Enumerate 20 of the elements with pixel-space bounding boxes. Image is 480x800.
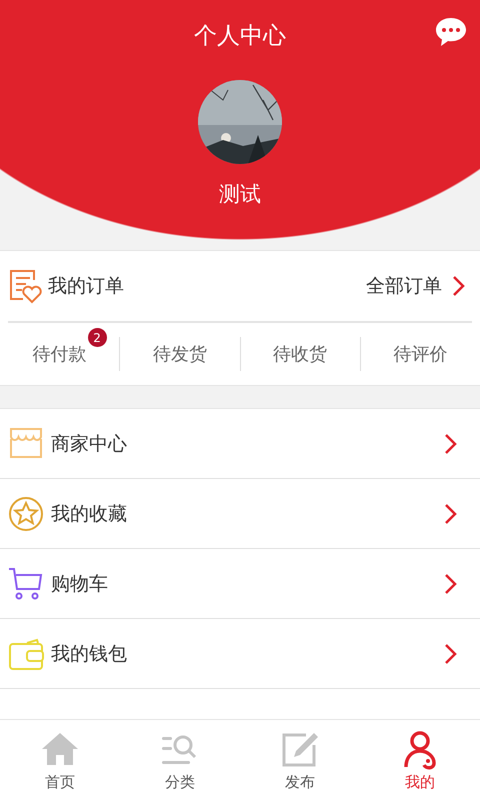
chevron-icon [444,572,458,594]
all-orders-link[interactable]: 全部订单 [366,273,472,299]
order-status-tab[interactable]: 待评价 [393,342,448,366]
order-status-tab[interactable]: 待发货 [152,342,207,366]
username: 测试 [219,181,261,208]
chat-bubble-icon[interactable] [434,16,468,48]
page-title: 个人中心 [194,23,286,49]
order-status-tab[interactable]: 待收货 [273,342,328,366]
tab-item[interactable]: 我的 [360,720,480,800]
order-list-icon [8,268,42,304]
tab-item[interactable]: 发布 [240,720,360,800]
chevron-icon [444,642,458,664]
chevron-icon [444,502,458,524]
count-badge: 2 [88,328,107,347]
section-title: 我的订单 [48,274,124,299]
chevron-icon [452,275,466,297]
tab-item[interactable]: 首页 [0,720,120,800]
chevron-icon [444,432,458,454]
star-circle-icon [7,494,45,532]
tab-item[interactable]: 分类 [120,720,240,800]
